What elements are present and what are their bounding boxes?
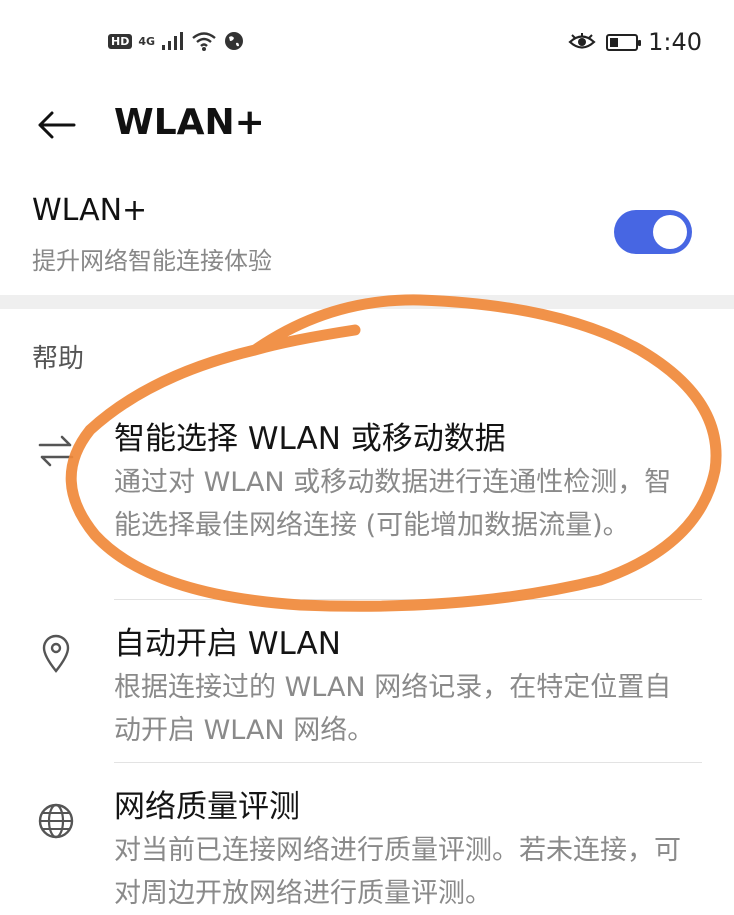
hd-icon: HD bbox=[108, 33, 133, 49]
wlan-plus-switch[interactable] bbox=[614, 210, 692, 254]
section-divider bbox=[0, 295, 734, 309]
globe-icon bbox=[34, 799, 78, 843]
back-button[interactable] bbox=[28, 100, 84, 150]
help-item-smart-select[interactable]: 智能选择 WLAN 或移动数据 通过对 WLAN 或移动数据进行连通性检测，智能… bbox=[0, 405, 734, 605]
help-item-title: 自动开启 WLAN bbox=[114, 626, 341, 662]
help-item-title: 智能选择 WLAN 或移动数据 bbox=[114, 421, 506, 457]
wlan-plus-subtitle: 提升网络智能连接体验 bbox=[32, 247, 272, 275]
status-bar: HD 4G 1:40 bbox=[0, 0, 734, 90]
app-bar: WLAN+ bbox=[0, 90, 734, 160]
item-divider bbox=[114, 599, 702, 600]
switch-knob bbox=[653, 215, 687, 249]
status-bar-left: HD 4G bbox=[108, 30, 245, 52]
network-type-label: 4G bbox=[138, 34, 156, 48]
help-item-title: 网络质量评测 bbox=[114, 789, 300, 825]
help-item-description: 根据连接过的 WLAN 网络记录，在特定位置自动开启 WLAN 网络。 bbox=[114, 672, 672, 746]
battery-level-fill bbox=[610, 37, 619, 47]
page-title: WLAN+ bbox=[114, 102, 265, 143]
eye-comfort-icon bbox=[568, 33, 596, 49]
wifi-icon bbox=[192, 32, 216, 51]
switch-arrows-icon bbox=[34, 429, 78, 473]
help-section-label: 帮助 bbox=[32, 344, 85, 374]
help-item-quality-test[interactable]: 网络质量评测 对当前已连接网络进行质量评测。若未连接，可对周边开放网络进行质量评… bbox=[0, 775, 734, 915]
help-item-description: 对当前已连接网络进行质量评测。若未连接，可对周边开放网络进行质量评测。 bbox=[114, 835, 681, 909]
wlan-plus-title: WLAN+ bbox=[32, 193, 148, 228]
battery-icon bbox=[606, 33, 642, 51]
item-divider bbox=[114, 762, 702, 763]
location-pin-icon bbox=[34, 632, 78, 676]
arrow-left-icon bbox=[38, 111, 76, 139]
wlan-plus-toggle-row[interactable]: WLAN+ 提升网络智能连接体验 bbox=[0, 185, 734, 290]
status-bar-right: 1:40 bbox=[568, 28, 702, 56]
status-clock: 1:40 bbox=[648, 28, 702, 56]
help-item-description: 通过对 WLAN 或移动数据进行连通性检测，智能选择最佳网络连接 (可能增加数据… bbox=[114, 467, 672, 541]
help-item-auto-enable[interactable]: 自动开启 WLAN 根据连接过的 WLAN 网络记录，在特定位置自动开启 WLA… bbox=[0, 612, 734, 763]
signal-icon bbox=[162, 32, 184, 50]
vpn-globe-icon bbox=[225, 32, 244, 50]
